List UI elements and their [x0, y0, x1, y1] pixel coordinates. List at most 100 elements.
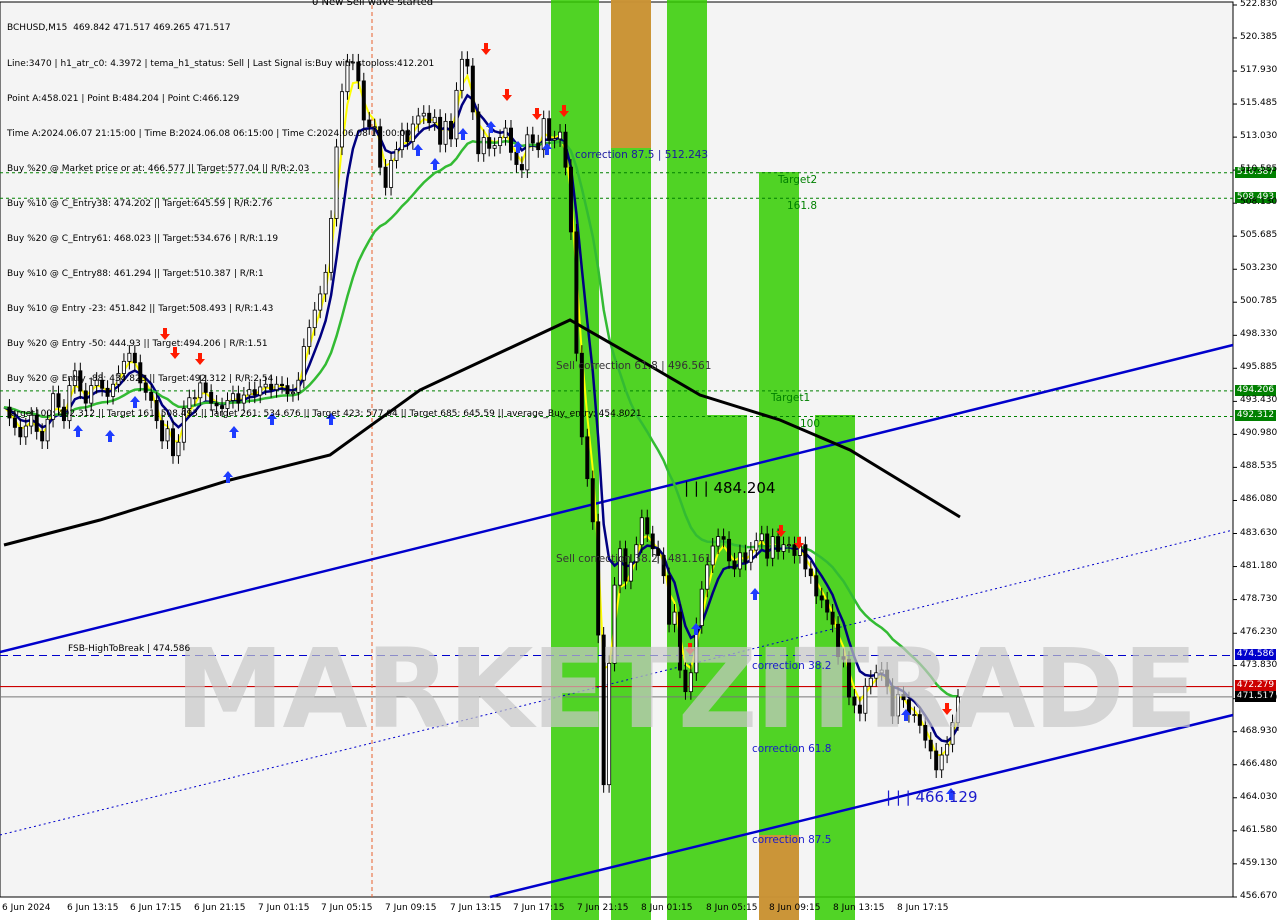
info-line: Buy %20 @ Entry -50: 444.93 || Target:49… [7, 339, 268, 350]
x-tick-label: 6 Jun 17:15 [130, 903, 182, 913]
info-line: Line:3470 | h1_atr_c0: 4.3972 | tema_h1_… [7, 58, 435, 69]
y-tick-label: 520.385 [1240, 31, 1278, 42]
fib-zone [667, 0, 707, 920]
candle-body [934, 750, 939, 771]
y-tick-label: 495.885 [1240, 362, 1278, 373]
candle-body [939, 754, 944, 771]
candle-body [710, 545, 715, 566]
y-tick-label: 464.030 [1240, 791, 1278, 802]
candle-body [590, 478, 595, 523]
y-tick-label: 459.130 [1240, 857, 1278, 868]
candle-body [814, 575, 819, 597]
y-tick-label: 500.785 [1240, 296, 1278, 307]
sell-correction-382-label: Sell correction 38.2 | 481.161 [556, 553, 712, 565]
candle-body [699, 588, 704, 626]
x-tick-label: 7 Jun 01:15 [258, 903, 310, 913]
candle-body [639, 517, 644, 546]
candle-body [770, 536, 775, 559]
correction-382-label: correction 38.2 [752, 660, 832, 672]
candle-body [754, 540, 759, 551]
info-line: Time A:2024.06.07 21:15:00 | Time B:2024… [7, 128, 412, 139]
candle-body [765, 533, 770, 559]
candle-body [727, 538, 732, 562]
x-tick-label: 6 Jun 2024 [2, 903, 51, 913]
candle-body [759, 533, 764, 542]
fib-100-label: 100 [800, 418, 821, 430]
signal-text: 0 New Sell wave started [312, 0, 434, 8]
y-tick-label: 510.585 [1240, 164, 1278, 175]
candle-body [743, 552, 748, 563]
y-tick-label: 513.030 [1240, 131, 1278, 142]
y-tick-label: 522.830 [1240, 0, 1278, 9]
target1-label: Target1 [771, 392, 811, 404]
candle-body [819, 595, 824, 601]
price-box-474: 474.586 [1235, 649, 1276, 660]
x-tick-label: 7 Jun 21:15 [577, 903, 629, 913]
x-tick-label: 7 Jun 09:15 [385, 903, 437, 913]
candle-body [672, 611, 677, 625]
sell-correction-618-label: Sell correction 61.8 | 496.561 [556, 360, 712, 372]
x-tick-label: 8 Jun 01:15 [641, 903, 693, 913]
y-tick-label: 515.485 [1240, 98, 1278, 109]
info-line: Buy %20 @ C_Entry61: 468.023 || Target:5… [7, 233, 279, 244]
y-tick-label: 478.730 [1240, 593, 1278, 604]
y-tick-label: 483.630 [1240, 527, 1278, 538]
candle-body [825, 599, 830, 613]
candle-body [596, 521, 601, 636]
candle-body [650, 533, 655, 550]
x-tick-label: 7 Jun 17:15 [513, 903, 565, 913]
candle-body [705, 564, 710, 590]
correction-875-label: correction 87.5 [752, 834, 832, 846]
x-tick-label: 8 Jun 13:15 [833, 903, 885, 913]
candle-body [737, 552, 742, 570]
candle-body [732, 560, 737, 570]
target2-label: Target2 [778, 174, 818, 186]
candle-body [40, 431, 45, 442]
y-tick-label: 486.080 [1240, 494, 1278, 505]
price-box-494: 494.206 [1235, 385, 1276, 396]
y-tick-label: 505.685 [1240, 230, 1278, 241]
y-tick-label: 471.380 [1240, 692, 1278, 703]
watermark: MARKETZITRADE [175, 625, 1198, 753]
candle-body [792, 544, 797, 556]
x-tick-label: 8 Jun 17:15 [897, 903, 949, 913]
fsb-label: FSB-HighToBreak | 474.586 [68, 644, 191, 654]
y-tick-label: 508.130 [1240, 197, 1278, 208]
price-box-492: 492.312 [1235, 410, 1276, 421]
y-tick-label: 461.580 [1240, 824, 1278, 835]
candle-body [667, 575, 672, 625]
candle-body [748, 549, 753, 563]
info-line: Buy %20 @ Entry -88: 434.823 || Target:4… [7, 374, 274, 385]
candle-body [645, 517, 650, 535]
correction-618-label: correction 61.8 [752, 743, 832, 755]
y-tick-label: 488.535 [1240, 461, 1278, 472]
info-line: Target100: 492.312 || Target 161: 508.49… [7, 409, 642, 420]
info-line: Buy %10 @ Entry -23: 451.842 || Target:5… [7, 304, 274, 315]
y-tick-label: 481.180 [1240, 560, 1278, 571]
x-tick-label: 7 Jun 05:15 [321, 903, 373, 913]
point-c-label: | | | 466.129 [886, 788, 978, 806]
x-tick-label: 8 Jun 09:15 [769, 903, 821, 913]
x-tick-label: 8 Jun 05:15 [706, 903, 758, 913]
info-panel: BCHUSD,M15 469.842 471.517 469.265 471.5… [7, 0, 642, 433]
candle-body [721, 536, 726, 540]
fib-1618-label: 161.8 [787, 200, 818, 212]
candle-body [803, 544, 808, 570]
candle-body [628, 561, 633, 582]
price-box-472: 472.279 [1235, 680, 1276, 691]
point-b-label: | | | 484.204 [684, 479, 776, 497]
y-tick-label: 493.430 [1240, 395, 1278, 406]
info-line: Buy %10 @ C_Entry38: 474.202 || Target:6… [7, 198, 273, 209]
candle-body [176, 441, 181, 457]
candle-body [716, 536, 721, 547]
y-tick-label: 498.330 [1240, 329, 1278, 340]
x-tick-label: 6 Jun 13:15 [67, 903, 119, 913]
candle-body [776, 536, 781, 552]
symbol-line: BCHUSD,M15 469.842 471.517 469.265 471.5… [7, 23, 231, 34]
y-tick-label: 468.930 [1240, 725, 1278, 736]
info-line: Buy %20 @ Market price or at: 466.577 ||… [7, 163, 310, 174]
info-line: Point A:458.021 | Point B:484.204 | Poin… [7, 93, 240, 104]
y-tick-label: 466.480 [1240, 758, 1278, 769]
y-tick-label: 503.230 [1240, 263, 1278, 274]
candle-body [808, 568, 813, 577]
